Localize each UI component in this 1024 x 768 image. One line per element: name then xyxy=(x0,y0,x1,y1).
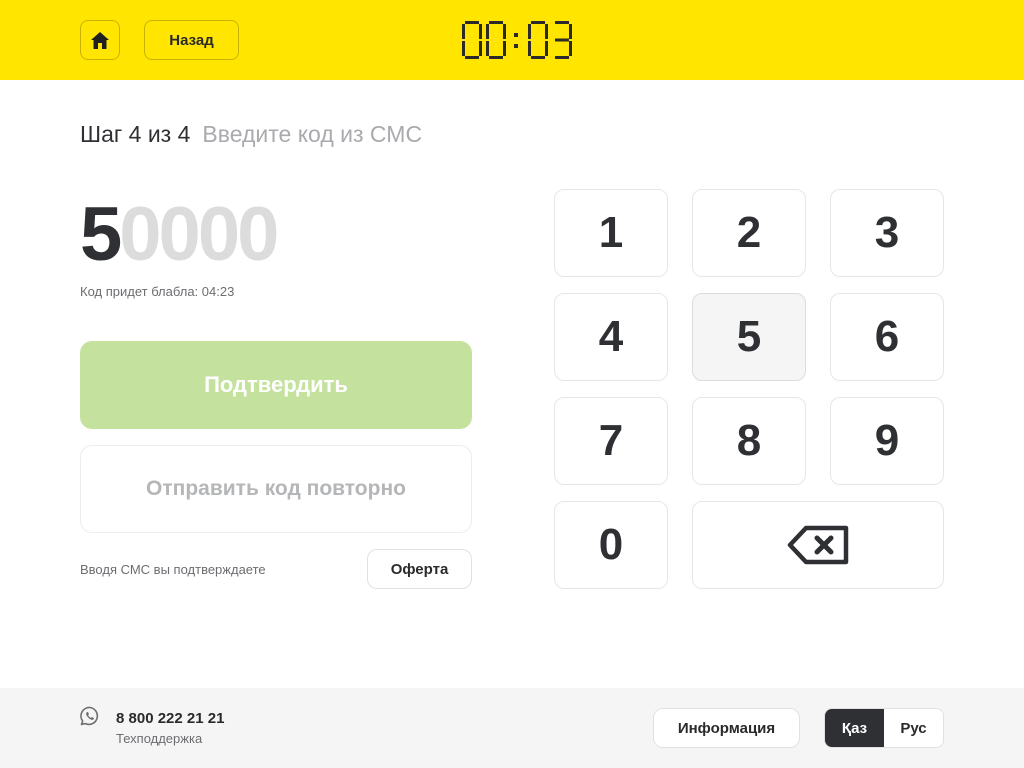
timer-segment xyxy=(465,21,479,24)
sms-code-display: 50000 xyxy=(80,190,279,280)
lang-kazakh[interactable]: Қаз xyxy=(825,709,884,747)
keypad-key-5[interactable]: 5 xyxy=(692,293,806,381)
step-number: Шаг 4 из 4 xyxy=(80,121,191,147)
timer-segment xyxy=(555,21,569,24)
keypad-key-2[interactable]: 2 xyxy=(692,189,806,277)
support-label: Техподдержка xyxy=(116,731,203,746)
timer-segment xyxy=(465,56,479,59)
keypad-key-0[interactable]: 0 xyxy=(554,501,668,589)
timer-segment xyxy=(569,41,572,56)
timer-segment xyxy=(555,56,569,59)
timer-segment xyxy=(528,41,531,56)
keypad-key-3[interactable]: 3 xyxy=(830,189,944,277)
backspace-icon xyxy=(787,525,849,565)
code-timer-hint: Код придет блабла: 04:23 xyxy=(80,284,235,299)
timer-segment xyxy=(462,41,465,56)
keypad-key-9[interactable]: 9 xyxy=(830,397,944,485)
countdown-timer xyxy=(462,20,572,60)
code-entered-digits: 5 xyxy=(80,192,122,277)
footer-bar: 8 800 222 21 21 Техподдержка Информация … xyxy=(0,688,1024,768)
timer-digit xyxy=(555,21,572,59)
timer-segment xyxy=(528,24,531,39)
keypad-key-7[interactable]: 7 xyxy=(554,397,668,485)
back-button[interactable]: Назад xyxy=(144,20,239,60)
confirm-button[interactable]: Подтвердить xyxy=(80,341,472,429)
timer-segment xyxy=(462,24,465,39)
timer-segment xyxy=(503,41,506,56)
timer-segment xyxy=(545,24,548,39)
resend-code-button[interactable]: Отправить код повторно xyxy=(80,445,472,533)
timer-segment xyxy=(531,21,545,24)
timer-segment xyxy=(486,41,489,56)
timer-colon-dot xyxy=(514,33,518,37)
timer-segment xyxy=(531,56,545,59)
header-bar: Назад xyxy=(0,0,1024,80)
timer-colon-dot xyxy=(514,44,518,48)
timer-segment xyxy=(486,24,489,39)
timer-digit xyxy=(528,21,548,59)
language-switcher: Қаз Рус xyxy=(824,708,944,748)
offer-button[interactable]: Оферта xyxy=(367,549,472,589)
keypad-key-1[interactable]: 1 xyxy=(554,189,668,277)
info-button[interactable]: Информация xyxy=(653,708,800,748)
timer-segment xyxy=(479,24,482,39)
timer-segment xyxy=(489,56,503,59)
backspace-button[interactable] xyxy=(692,501,944,589)
keypad-key-4[interactable]: 4 xyxy=(554,293,668,381)
timer-digit xyxy=(486,21,506,59)
consent-text: Вводя СМС вы подтверждаете xyxy=(80,562,266,577)
keypad-key-6[interactable]: 6 xyxy=(830,293,944,381)
step-hint: Введите код из СМС xyxy=(202,121,423,147)
lang-russian[interactable]: Рус xyxy=(884,709,943,747)
timer-segment xyxy=(479,41,482,56)
timer-segment xyxy=(569,24,572,39)
code-pending-digits: 0000 xyxy=(119,192,279,277)
timer-segment xyxy=(545,41,548,56)
timer-segment xyxy=(489,21,503,24)
support-phone: 8 800 222 21 21 xyxy=(116,710,225,727)
step-indicator: Шаг 4 из 4 Введите код из СМС xyxy=(80,120,422,148)
timer-segment xyxy=(503,24,506,39)
timer-digit xyxy=(462,21,482,59)
home-button[interactable] xyxy=(80,20,120,60)
home-icon xyxy=(91,31,109,49)
timer-display xyxy=(462,21,572,59)
timer-segment xyxy=(555,38,569,42)
keypad-key-8[interactable]: 8 xyxy=(692,397,806,485)
whatsapp-icon xyxy=(80,706,99,726)
